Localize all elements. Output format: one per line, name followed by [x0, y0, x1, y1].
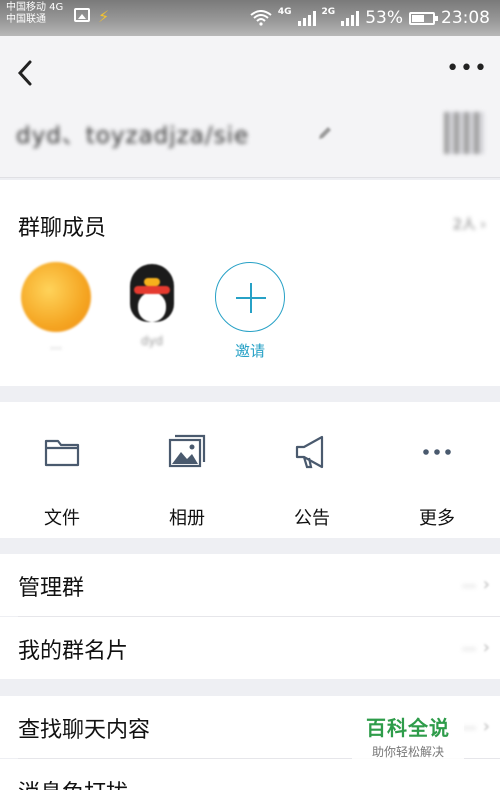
edit-pencil-icon[interactable]: [316, 124, 334, 142]
group-name[interactable]: dyd、toyzadjza/sie: [16, 116, 249, 150]
more-options-icon[interactable]: •••: [446, 58, 488, 80]
member-item[interactable]: …: [16, 262, 96, 352]
list-item-label: 我的群名片: [18, 639, 129, 664]
list-item-manage-group[interactable]: 管理群 … ›: [0, 554, 500, 616]
photo-album-icon: [168, 434, 206, 468]
watermark-subtitle: 助你轻松解决: [371, 745, 444, 759]
member-name: …: [50, 338, 62, 352]
folder-icon: [44, 439, 80, 467]
network-type-2: 2G: [321, 7, 336, 17]
watermark: 百科全说 助你轻松解决: [352, 706, 464, 764]
penguin-avatar-icon: [126, 262, 178, 328]
lightning-icon: ⚡: [98, 7, 110, 26]
member-name: dyd: [140, 334, 164, 348]
tool-files[interactable]: 文件: [12, 432, 112, 530]
list-item-label: 消息免打扰: [18, 775, 128, 790]
invite-member-button[interactable]: 邀请: [210, 262, 290, 361]
network-type-1: 4G: [277, 7, 292, 17]
more-dots-icon: [423, 449, 451, 455]
image-notification-icon: [74, 8, 90, 22]
members-section: 群聊成员 2人 › … dyd 邀请: [0, 180, 500, 386]
watermark-title: 百科全说: [366, 716, 450, 740]
signal-bars-1-icon: [297, 10, 316, 26]
chevron-right-icon: ›: [482, 637, 490, 658]
members-title: 群聊成员: [18, 216, 107, 241]
chevron-right-icon: ›: [482, 574, 490, 595]
member-avatar: [21, 262, 91, 332]
signal-bars-2-icon: [341, 10, 360, 26]
list-item-value: …: [462, 575, 476, 591]
status-right: 4G 2G 53% 23:08: [250, 6, 490, 30]
wifi-icon: [250, 10, 272, 26]
group-header: ••• dyd、toyzadjza/sie: [0, 36, 500, 178]
list-item-my-group-card[interactable]: 我的群名片 … ›: [0, 617, 500, 679]
tool-announcement[interactable]: 公告: [262, 432, 362, 530]
back-arrow-icon[interactable]: [12, 56, 40, 90]
clock: 23:08: [441, 8, 490, 28]
chevron-right-icon: ›: [482, 716, 490, 737]
invite-label: 邀请: [234, 342, 265, 360]
list-item-label: 管理群: [18, 576, 85, 601]
carrier-2: 中国联通: [6, 14, 46, 25]
carrier-1: 中国移动 4G: [6, 2, 64, 13]
status-bar: 中国移动 4G 中国联通 ⚡ 4G 2G 53% 23:08: [0, 0, 500, 36]
list-item-value: …: [462, 717, 476, 733]
members-count-link[interactable]: 2人 ›: [453, 214, 486, 234]
members-count: 2人: [453, 217, 476, 233]
tool-album[interactable]: 相册: [137, 432, 237, 530]
carrier-info: 中国移动 4G 中国联通: [6, 2, 63, 26]
list-item-value: …: [462, 638, 476, 654]
battery-icon: [409, 11, 438, 25]
megaphone-icon: [295, 435, 324, 469]
qr-code-icon[interactable]: [444, 112, 484, 154]
group-tools: 文件 相册 公告 更多: [0, 402, 500, 538]
battery-percent: 53%: [365, 8, 403, 28]
plus-icon: [215, 262, 285, 332]
tool-album-label: 相册: [169, 508, 205, 529]
tool-files-label: 文件: [44, 508, 80, 529]
tool-more[interactable]: 更多: [387, 432, 487, 530]
list-item-label: 查找聊天内容: [18, 718, 151, 743]
tool-announcement-label: 公告: [294, 508, 330, 529]
member-item[interactable]: dyd: [112, 262, 192, 348]
tool-more-label: 更多: [419, 508, 455, 529]
